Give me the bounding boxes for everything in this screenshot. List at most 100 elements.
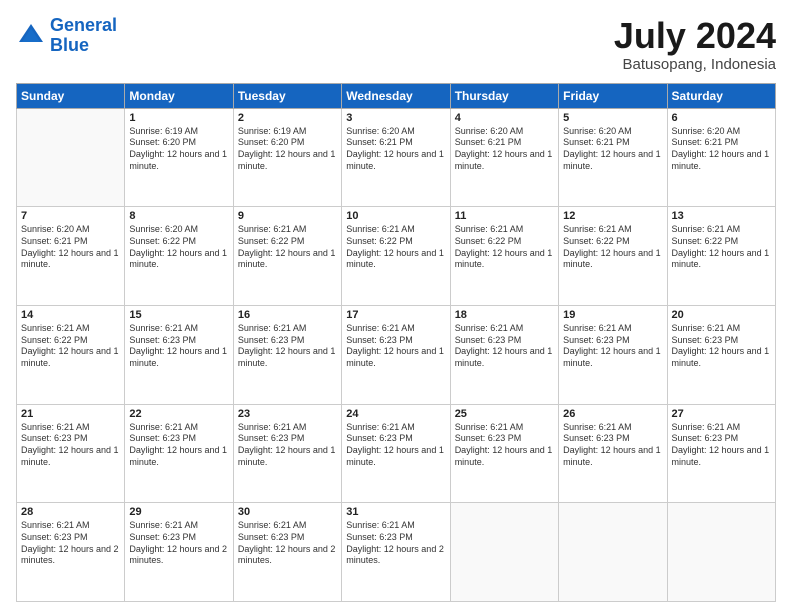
calendar-cell: 2 Sunrise: 6:19 AMSunset: 6:20 PMDaylight… <box>233 108 341 207</box>
cell-info: Sunrise: 6:21 AMSunset: 6:23 PMDaylight:… <box>455 323 554 370</box>
cell-info: Sunrise: 6:21 AMSunset: 6:23 PMDaylight:… <box>346 323 445 370</box>
calendar-header-row: SundayMondayTuesdayWednesdayThursdayFrid… <box>17 83 776 108</box>
cell-info: Sunrise: 6:20 AMSunset: 6:21 PMDaylight:… <box>563 126 662 173</box>
calendar-cell: 1Sunrise: 6:19 AMSunset: 6:20 PMDaylight… <box>125 108 233 207</box>
title-block: July 2024 Batusopang, Indonesia <box>614 16 776 73</box>
calendar-cell: 23Sunrise: 6:21 AMSunset: 6:23 PMDayligh… <box>233 404 341 503</box>
page: General Blue July 2024 Batusopang, Indon… <box>0 0 792 612</box>
day-number: 3 <box>346 112 445 124</box>
cell-info: Sunrise: 6:21 AMSunset: 6:22 PMDaylight:… <box>455 224 554 271</box>
calendar-week-1: 7 Sunrise: 6:20 AMSunset: 6:21 PMDaylight… <box>17 207 776 306</box>
logo-icon <box>16 21 46 51</box>
calendar-header-saturday: Saturday <box>667 83 775 108</box>
calendar-header-friday: Friday <box>559 83 667 108</box>
calendar-cell: 21Sunrise: 6:21 AMSunset: 6:23 PMDayligh… <box>17 404 125 503</box>
calendar-table: SundayMondayTuesdayWednesdayThursdayFrid… <box>16 83 776 602</box>
day-number: 1 <box>129 112 228 124</box>
day-number: 4 <box>455 112 554 124</box>
calendar-cell: 16Sunrise: 6:21 AMSunset: 6:23 PMDayligh… <box>233 305 341 404</box>
day-number: 7 <box>21 210 120 222</box>
day-number: 12 <box>563 210 662 222</box>
day-number: 26 <box>563 408 662 420</box>
day-number: 22 <box>129 408 228 420</box>
calendar-cell: 15 Sunrise: 6:21 AMSunset: 6:23 PMDayligh… <box>125 305 233 404</box>
logo-text: General Blue <box>50 16 117 56</box>
calendar-cell: 3Sunrise: 6:20 AMSunset: 6:21 PMDaylight… <box>342 108 450 207</box>
cell-info: Sunrise: 6:21 AMSunset: 6:22 PMDaylight:… <box>21 323 120 370</box>
calendar-week-3: 21Sunrise: 6:21 AMSunset: 6:23 PMDayligh… <box>17 404 776 503</box>
calendar-cell: 8Sunrise: 6:20 AMSunset: 6:22 PMDaylight… <box>125 207 233 306</box>
calendar-cell: 20 Sunrise: 6:21 AMSunset: 6:23 PMDayligh… <box>667 305 775 404</box>
calendar-cell: 9 Sunrise: 6:21 AMSunset: 6:22 PMDaylight… <box>233 207 341 306</box>
calendar-cell: 31 Sunrise: 6:21 AMSunset: 6:23 PMDayligh… <box>342 503 450 602</box>
calendar-week-4: 28 Sunrise: 6:21 AMSunset: 6:23 PMDayligh… <box>17 503 776 602</box>
day-number: 10 <box>346 210 445 222</box>
day-number: 15 <box>129 309 228 321</box>
cell-info: Sunrise: 6:21 AMSunset: 6:22 PMDaylight:… <box>563 224 662 271</box>
calendar-cell: 11 Sunrise: 6:21 AMSunset: 6:22 PMDayligh… <box>450 207 558 306</box>
calendar-cell: 5 Sunrise: 6:20 AMSunset: 6:21 PMDaylight… <box>559 108 667 207</box>
main-title: July 2024 <box>614 16 776 56</box>
calendar-cell: 25 Sunrise: 6:21 AMSunset: 6:23 PMDayligh… <box>450 404 558 503</box>
calendar-cell: 4 Sunrise: 6:20 AMSunset: 6:21 PMDaylight… <box>450 108 558 207</box>
calendar-week-2: 14 Sunrise: 6:21 AMSunset: 6:22 PMDayligh… <box>17 305 776 404</box>
calendar-header-tuesday: Tuesday <box>233 83 341 108</box>
calendar-cell: 19Sunrise: 6:21 AMSunset: 6:23 PMDayligh… <box>559 305 667 404</box>
cell-info: Sunrise: 6:20 AMSunset: 6:22 PMDaylight:… <box>129 224 228 271</box>
cell-info: Sunrise: 6:21 AMSunset: 6:23 PMDaylight:… <box>238 323 337 370</box>
cell-info: Sunrise: 6:21 AMSunset: 6:23 PMDaylight:… <box>129 520 228 567</box>
calendar-cell: 30 Sunrise: 6:21 AMSunset: 6:23 PMDayligh… <box>233 503 341 602</box>
calendar-cell <box>559 503 667 602</box>
day-number: 20 <box>672 309 771 321</box>
day-number: 30 <box>238 506 337 518</box>
subtitle: Batusopang, Indonesia <box>614 56 776 73</box>
calendar-cell: 22 Sunrise: 6:21 AMSunset: 6:23 PMDayligh… <box>125 404 233 503</box>
cell-info: Sunrise: 6:20 AMSunset: 6:21 PMDaylight:… <box>672 126 771 173</box>
cell-info: Sunrise: 6:19 AMSunset: 6:20 PMDaylight:… <box>238 126 337 173</box>
day-number: 2 <box>238 112 337 124</box>
cell-info: Sunrise: 6:21 AMSunset: 6:23 PMDaylight:… <box>672 323 771 370</box>
calendar-cell: 10Sunrise: 6:21 AMSunset: 6:22 PMDayligh… <box>342 207 450 306</box>
day-number: 25 <box>455 408 554 420</box>
day-number: 27 <box>672 408 771 420</box>
calendar-cell <box>17 108 125 207</box>
day-number: 29 <box>129 506 228 518</box>
calendar-header-wednesday: Wednesday <box>342 83 450 108</box>
header: General Blue July 2024 Batusopang, Indon… <box>16 16 776 73</box>
cell-info: Sunrise: 6:20 AMSunset: 6:21 PMDaylight:… <box>455 126 554 173</box>
cell-info: Sunrise: 6:21 AMSunset: 6:23 PMDaylight:… <box>238 422 337 469</box>
cell-info: Sunrise: 6:21 AMSunset: 6:23 PMDaylight:… <box>563 323 662 370</box>
day-number: 11 <box>455 210 554 222</box>
calendar-cell: 13Sunrise: 6:21 AMSunset: 6:22 PMDayligh… <box>667 207 775 306</box>
cell-info: Sunrise: 6:21 AMSunset: 6:23 PMDaylight:… <box>129 422 228 469</box>
cell-info: Sunrise: 6:21 AMSunset: 6:23 PMDaylight:… <box>238 520 337 567</box>
calendar-cell: 12 Sunrise: 6:21 AMSunset: 6:22 PMDayligh… <box>559 207 667 306</box>
calendar-cell <box>450 503 558 602</box>
cell-info: Sunrise: 6:21 AMSunset: 6:23 PMDaylight:… <box>129 323 228 370</box>
day-number: 31 <box>346 506 445 518</box>
logo: General Blue <box>16 16 117 56</box>
day-number: 9 <box>238 210 337 222</box>
calendar-cell: 6Sunrise: 6:20 AMSunset: 6:21 PMDaylight… <box>667 108 775 207</box>
day-number: 28 <box>21 506 120 518</box>
calendar-cell: 27Sunrise: 6:21 AMSunset: 6:23 PMDayligh… <box>667 404 775 503</box>
day-number: 13 <box>672 210 771 222</box>
day-number: 14 <box>21 309 120 321</box>
cell-info: Sunrise: 6:21 AMSunset: 6:23 PMDaylight:… <box>21 520 120 567</box>
day-number: 18 <box>455 309 554 321</box>
cell-info: Sunrise: 6:20 AMSunset: 6:21 PMDaylight:… <box>21 224 120 271</box>
calendar-cell: 17Sunrise: 6:21 AMSunset: 6:23 PMDayligh… <box>342 305 450 404</box>
calendar-cell: 28 Sunrise: 6:21 AMSunset: 6:23 PMDayligh… <box>17 503 125 602</box>
calendar-cell: 26Sunrise: 6:21 AMSunset: 6:23 PMDayligh… <box>559 404 667 503</box>
calendar-header-monday: Monday <box>125 83 233 108</box>
cell-info: Sunrise: 6:21 AMSunset: 6:23 PMDaylight:… <box>346 520 445 567</box>
calendar-header-sunday: Sunday <box>17 83 125 108</box>
day-number: 24 <box>346 408 445 420</box>
calendar-cell: 24 Sunrise: 6:21 AMSunset: 6:23 PMDayligh… <box>342 404 450 503</box>
day-number: 5 <box>563 112 662 124</box>
calendar-cell: 18 Sunrise: 6:21 AMSunset: 6:23 PMDayligh… <box>450 305 558 404</box>
cell-info: Sunrise: 6:21 AMSunset: 6:23 PMDaylight:… <box>346 422 445 469</box>
cell-info: Sunrise: 6:21 AMSunset: 6:22 PMDaylight:… <box>238 224 337 271</box>
cell-info: Sunrise: 6:21 AMSunset: 6:23 PMDaylight:… <box>455 422 554 469</box>
calendar-cell: 29 Sunrise: 6:21 AMSunset: 6:23 PMDayligh… <box>125 503 233 602</box>
